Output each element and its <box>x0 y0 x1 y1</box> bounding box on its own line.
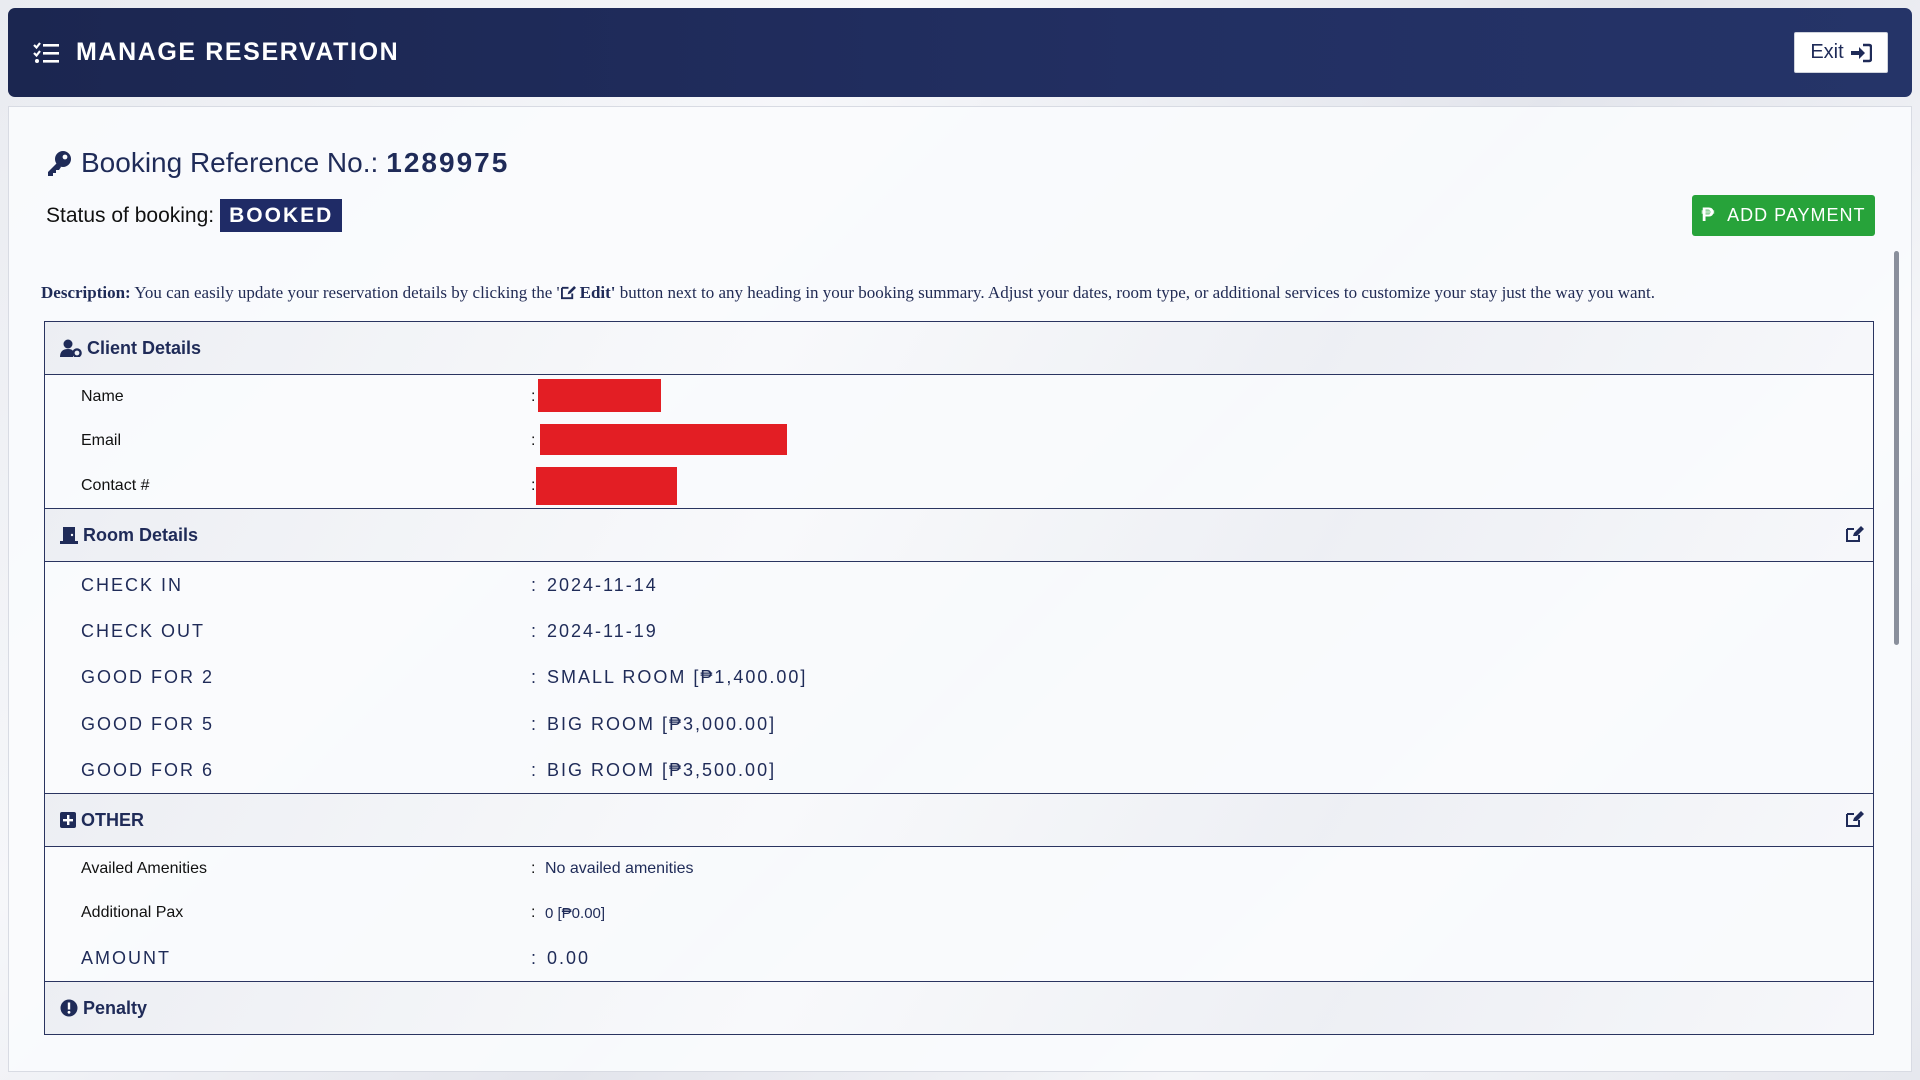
client-row-name: Name : <box>45 375 1873 419</box>
redacted-contact-value <box>536 467 677 505</box>
good-for-2-value: SMALL ROOM [₱1,400.00] <box>547 667 808 687</box>
edit-other-icon[interactable] <box>1845 810 1865 833</box>
client-row-email: Email : <box>45 419 1873 463</box>
other-rows: Availed Amenities : No availed amenities… <box>45 847 1873 981</box>
top-header-bar: MANAGE RESERVATION Exit <box>8 8 1912 97</box>
sign-in-icon <box>1850 43 1872 62</box>
redacted-email-value <box>540 424 787 455</box>
page-title: MANAGE RESERVATION <box>76 38 400 66</box>
section-client-details: Client Details <box>45 321 1873 375</box>
exit-button[interactable]: Exit <box>1794 32 1888 73</box>
amount-value: 0.00 <box>547 947 591 968</box>
good-for-6-value: BIG ROOM [₱3,500.00] <box>547 759 777 780</box>
other-row-additional-pax: Additional Pax : 0 [₱0.00] <box>45 891 1873 935</box>
section-penalty: Penalty <box>45 981 1873 1035</box>
booking-status-label: Status of booking: <box>46 203 215 227</box>
good-for-5-value: BIG ROOM [₱3,000.00] <box>547 713 777 734</box>
good-for-5-label: GOOD FOR 5 <box>81 713 215 734</box>
additional-pax-label: Additional Pax <box>81 904 184 921</box>
client-email-label: Email <box>81 432 122 449</box>
add-payment-label: ADD PAYMENT <box>1727 205 1866 225</box>
check-in-label: CHECK IN <box>81 574 184 595</box>
add-payment-button[interactable]: ₱ ADD PAYMENT <box>1692 195 1875 236</box>
door-icon <box>60 526 78 544</box>
reservation-card: Booking Reference No.: 1289975 Status of… <box>8 106 1912 1072</box>
booking-reference-number: 1289975 <box>386 147 510 178</box>
exit-button-label: Exit <box>1810 41 1844 63</box>
client-details-rows: Name : Email : Contact # : <box>45 375 1873 508</box>
description-text-before: You can easily update your reservation d… <box>130 283 560 302</box>
amenities-label: Availed Amenities <box>81 860 207 877</box>
description-label: Description: <box>41 283 131 302</box>
description-text: Description: You can easily update your … <box>41 283 1871 303</box>
exclamation-circle-icon <box>60 999 78 1017</box>
colon: : <box>531 574 539 595</box>
user-gear-icon <box>60 339 82 357</box>
booking-reference-label: Booking Reference No.: <box>81 147 379 178</box>
list-check-icon <box>33 41 59 63</box>
room-row-check-in: CHECK IN : 2024-11-14 <box>45 562 1873 608</box>
check-out-label: CHECK OUT <box>81 620 206 641</box>
section-room-title: Room Details <box>83 524 199 545</box>
good-for-2-label: GOOD FOR 2 <box>81 667 215 687</box>
colon: : <box>531 388 536 405</box>
client-row-contact: Contact # : <box>45 463 1873 508</box>
peso-icon: ₱ <box>1701 204 1716 226</box>
additional-pax-value: 0 [₱0.00] <box>545 904 606 922</box>
client-contact-label: Contact # <box>81 476 150 494</box>
colon: : <box>531 620 539 641</box>
room-row-good-for-6: GOOD FOR 6 : BIG ROOM [₱3,500.00] <box>45 747 1873 793</box>
check-out-value: 2024-11-19 <box>547 620 658 641</box>
edit-room-details-icon[interactable] <box>1845 525 1865 548</box>
other-row-amount: AMOUNT : 0.00 <box>45 935 1873 981</box>
status-badge: BOOKED <box>220 199 343 232</box>
colon: : <box>531 759 539 780</box>
room-row-good-for-2: GOOD FOR 2 : SMALL ROOM [₱1,400.00] <box>45 654 1873 701</box>
colon: : <box>531 713 539 734</box>
colon: : <box>531 947 539 968</box>
description-text-after: button next to any heading in your booki… <box>615 283 1656 302</box>
amenities-value: No availed amenities <box>545 860 694 877</box>
room-details-rows: CHECK IN : 2024-11-14 CHECK OUT : 2024-1… <box>45 562 1873 793</box>
amount-label: AMOUNT <box>81 947 171 968</box>
colon: : <box>531 667 539 687</box>
room-row-check-out: CHECK OUT : 2024-11-19 <box>45 608 1873 654</box>
scrollbar-thumb[interactable] <box>1894 251 1899 645</box>
colon: : <box>531 860 536 877</box>
section-other: OTHER <box>45 793 1873 847</box>
redacted-name-value <box>538 379 661 412</box>
key-icon <box>48 151 71 176</box>
check-in-value: 2024-11-14 <box>547 574 658 595</box>
booking-summary: Client Details Name : Email : Contact # … <box>44 321 1874 1035</box>
room-row-good-for-5: GOOD FOR 5 : BIG ROOM [₱3,000.00] <box>45 701 1873 747</box>
plus-square-icon <box>60 812 76 828</box>
colon: : <box>531 432 536 449</box>
good-for-6-label: GOOD FOR 6 <box>81 759 215 780</box>
section-penalty-title: Penalty <box>83 997 148 1018</box>
booking-status: Status of booking: BOOKED <box>46 199 343 232</box>
section-client-title: Client Details <box>87 337 202 358</box>
edit-icon <box>560 285 576 300</box>
section-other-title: OTHER <box>81 809 144 830</box>
other-row-amenities: Availed Amenities : No availed amenities <box>45 847 1873 891</box>
colon: : <box>531 476 536 494</box>
section-room-details: Room Details <box>45 508 1873 562</box>
client-name-label: Name <box>81 388 124 405</box>
colon: : <box>531 904 536 921</box>
description-edit-word: Edit' <box>579 283 616 302</box>
booking-reference: Booking Reference No.: 1289975 <box>45 147 509 179</box>
